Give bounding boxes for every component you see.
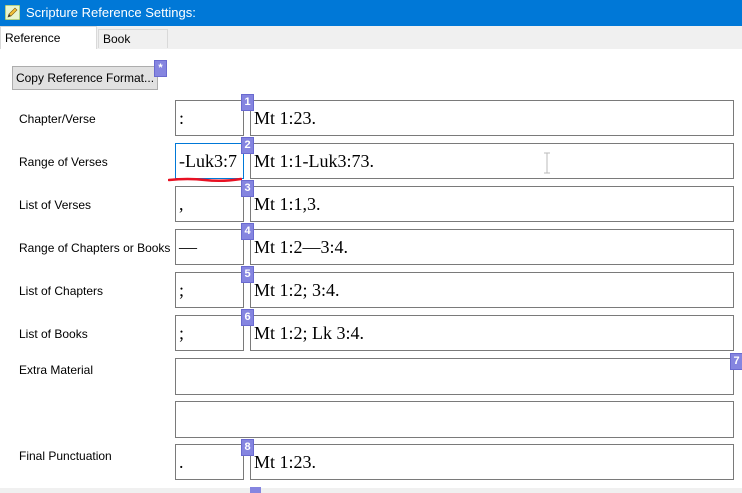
bottom-border: [0, 488, 742, 493]
title-bar: Scripture Reference Settings:: [0, 0, 742, 26]
label-final-punctuation: Final Punctuation: [19, 449, 112, 463]
pencil-edit-icon: [5, 5, 20, 20]
range-of-chapters-example: Mt 1:2—3:4.: [250, 229, 734, 265]
tab-reference-format[interactable]: Reference Format: [0, 26, 97, 67]
row-badge-1: 1: [241, 94, 254, 111]
list-of-books-example: Mt 1:2; Lk 3:4.: [250, 315, 734, 351]
label-range-of-chapters-or-books: Range of Chapters or Books: [19, 241, 171, 255]
range-of-chapters-separator-input[interactable]: —: [175, 229, 244, 265]
list-of-verses-separator-input[interactable]: ,: [175, 186, 244, 222]
extra-material-example: [175, 401, 734, 438]
range-of-verses-example: Mt 1:1-Luk3:73.: [250, 143, 734, 179]
reference-format-panel: Copy Reference Format... * Chapter/Verse…: [0, 49, 742, 493]
chapter-verse-example: Mt 1:23.: [250, 100, 734, 136]
list-of-chapters-separator-input[interactable]: ;: [175, 272, 244, 308]
row-badge-3: 3: [241, 180, 254, 197]
tab-strip: Reference Format Book Names: [0, 26, 742, 67]
row-badge-4: 4: [241, 223, 254, 240]
label-list-of-chapters: List of Chapters: [19, 284, 104, 298]
row-badge-8: 8: [241, 439, 254, 456]
label-list-of-books: List of Books: [19, 327, 88, 341]
copy-reference-format-button[interactable]: Copy Reference Format...: [12, 66, 158, 90]
final-punctuation-input[interactable]: .: [175, 444, 244, 480]
extra-material-input[interactable]: [175, 358, 734, 395]
row-badge-2: 2: [241, 137, 254, 154]
label-chapter-verse: Chapter/Verse: [19, 112, 96, 126]
row-badge-6: 6: [241, 309, 254, 326]
list-of-chapters-example: Mt 1:2; 3:4.: [250, 272, 734, 308]
label-extra-material: Extra Material: [19, 363, 94, 377]
tab-book-names[interactable]: Book Names: [98, 29, 168, 65]
partial-badge: [250, 487, 261, 493]
window-title: Scripture Reference Settings:: [26, 5, 196, 20]
row-badge-5: 5: [241, 266, 254, 283]
label-range-of-verses: Range of Verses: [19, 155, 108, 169]
label-list-of-verses: List of Verses: [19, 198, 92, 212]
final-punctuation-example: Mt 1:23.: [250, 444, 734, 480]
spellcheck-underline: [168, 177, 242, 183]
list-of-books-separator-input[interactable]: ;: [175, 315, 244, 351]
chapter-verse-separator-input[interactable]: :: [175, 100, 244, 136]
ibeam-cursor-icon: [544, 152, 550, 174]
row-badge-7: 7: [730, 353, 742, 370]
range-of-verses-separator-input[interactable]: -Luk3:7: [175, 143, 244, 179]
copy-button-badge: *: [154, 60, 167, 77]
list-of-verses-example: Mt 1:1,3.: [250, 186, 734, 222]
